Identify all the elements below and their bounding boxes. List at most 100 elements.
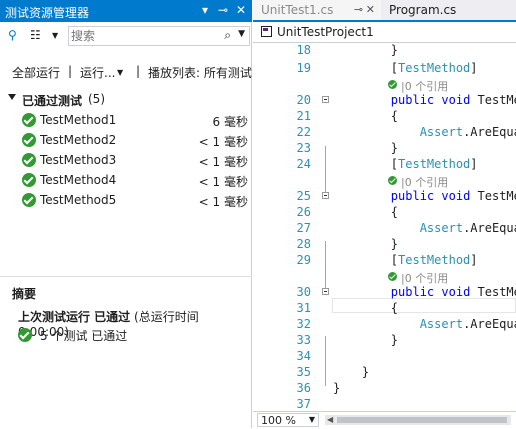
test-duration: 6 毫秒 (212, 115, 248, 129)
test-explorer-title: 测试资源管理器 (5, 6, 90, 20)
test-name: TestMethod3 (40, 153, 117, 167)
code-area[interactable]: 18 } 19 [TestMethod] |0 个引用 20 public vo… (253, 43, 516, 411)
tab-close-icon[interactable]: ✕ (366, 3, 375, 16)
run-tests-icon[interactable]: ⚲ (8, 28, 17, 42)
test-duration: < 1 毫秒 (198, 175, 248, 189)
line-number: 26 (296, 205, 311, 219)
tab-label: Program.cs (389, 3, 457, 17)
line-number: 19 (296, 61, 311, 75)
code-line: 35 } (253, 365, 516, 381)
zoom-value: 100 % (261, 414, 296, 427)
scrollbar-thumb[interactable] (337, 417, 507, 423)
test-row[interactable]: TestMethod4 < 1 毫秒 (0, 170, 252, 190)
window-dropdown-icon[interactable]: ▾ (202, 3, 208, 17)
code-text: } (333, 237, 399, 251)
action-separator: | (136, 64, 141, 78)
tab-label: UnitTest1.cs (261, 3, 334, 17)
playlist-link[interactable]: 播放列表: 所有测试 (148, 64, 252, 81)
line-number: 29 (296, 253, 311, 267)
passed-check-icon (22, 193, 36, 207)
code-text: } (333, 365, 370, 379)
passed-check-icon (22, 133, 36, 147)
search-input[interactable] (71, 28, 221, 44)
close-icon[interactable]: ✕ (236, 3, 246, 17)
code-text: } (333, 333, 399, 347)
search-options-dropdown-icon[interactable]: ▼ (238, 29, 245, 39)
collapse-region-icon[interactable] (322, 288, 329, 295)
run-menu-link[interactable]: 运行... (80, 64, 115, 81)
code-line: 34 (253, 349, 516, 365)
search-icon[interactable]: ⌕ (224, 28, 231, 43)
line-number: 20 (296, 93, 311, 107)
run-all-link[interactable]: 全部运行 (12, 64, 60, 81)
code-line: 18 } (253, 43, 516, 59)
code-line: 20 public void TestMethod2() (253, 93, 516, 109)
code-line: 24 [TestMethod] (253, 157, 516, 173)
passed-check-icon (18, 328, 32, 342)
collapse-region-icon[interactable] (322, 192, 329, 199)
code-line: 29 [TestMethod] (253, 253, 516, 269)
codelens-pass-icon (388, 176, 397, 185)
code-line: 23 } (253, 141, 516, 157)
code-text: { (333, 301, 399, 315)
horizontal-scrollbar[interactable]: ◀ (325, 415, 511, 425)
pin-icon[interactable]: ⊸ (218, 3, 228, 17)
line-number: 22 (296, 125, 311, 139)
code-text: Assert.AreEqual(1, 1); (419, 125, 516, 139)
code-text: } (333, 43, 399, 57)
code-text: public void TestMethod2() (390, 93, 516, 107)
scroll-left-icon[interactable]: ◀ (327, 415, 333, 424)
codelens-pass-icon (388, 80, 397, 89)
test-row[interactable]: TestMethod3 < 1 毫秒 (0, 150, 252, 170)
group-label: 已通过测试 (22, 94, 83, 108)
code-text: [TestMethod] (333, 61, 478, 75)
collapse-region-icon[interactable] (322, 96, 329, 103)
project-nav-bar[interactable]: UnitTestProject1 (253, 22, 516, 43)
group-by-dropdown-icon[interactable]: ▼ (52, 31, 58, 40)
code-text: public void TestMethod3() (390, 189, 516, 203)
line-number: 23 (296, 141, 311, 155)
group-by-icon[interactable]: ☷ (30, 28, 41, 42)
code-line: 32 Assert.AreEqual(1, 1); (253, 317, 516, 333)
line-number: 35 (296, 365, 311, 379)
code-line: 31 { (253, 301, 516, 317)
line-number: 34 (296, 349, 311, 363)
test-row[interactable]: TestMethod2 < 1 毫秒 (0, 130, 252, 150)
test-row[interactable]: TestMethod1 6 毫秒 (0, 110, 252, 130)
test-row[interactable]: TestMethod5 < 1 毫秒 (0, 190, 252, 210)
code-line: 22 Assert.AreEqual(1, 1); (253, 125, 516, 141)
line-number: 18 (296, 43, 311, 57)
code-line: 33 } (253, 333, 516, 349)
zoom-dropdown-icon[interactable]: ▼ (309, 415, 315, 424)
code-text: Assert.AreEqual(1, 1); (419, 317, 516, 331)
run-dropdown-icon[interactable]: ▼ (117, 68, 123, 77)
test-duration: < 1 毫秒 (198, 195, 248, 209)
codelens: |0 个引用 (253, 173, 516, 189)
code-line: 19 [TestMethod] (253, 61, 516, 77)
tab-program[interactable]: Program.cs (381, 0, 516, 20)
line-number: 28 (296, 237, 311, 251)
search-box[interactable]: ⌕ ▼ (68, 26, 250, 46)
summary-divider (0, 276, 252, 277)
code-line: 25 public void TestMethod3() (253, 189, 516, 205)
code-text: public void TestMethod4() (390, 285, 516, 299)
tab-unittest1[interactable]: UnitTest1.cs ⊸ ✕ (253, 0, 381, 20)
action-separator: | (68, 64, 73, 78)
collapse-triangle-icon[interactable] (8, 94, 16, 100)
line-number: 33 (296, 333, 311, 347)
zoom-select[interactable]: 100 % ▼ (257, 413, 319, 427)
test-explorer-title-bar: 测试资源管理器 ▾ ⊸ ✕ (0, 0, 252, 22)
test-name: TestMethod5 (40, 193, 117, 207)
project-name: UnitTestProject1 (277, 25, 374, 39)
test-explorer-panel: 测试资源管理器 ▾ ⊸ ✕ ⚲ ☷ ▼ ⌕ ▼ 全部运行 | 运行... ▼ |… (0, 0, 252, 428)
test-name: TestMethod2 (40, 133, 117, 147)
tab-pin-icon[interactable]: ⊸ (354, 3, 363, 16)
passed-tests-group[interactable]: 已通过测试 (5) (8, 91, 248, 109)
code-text: } (333, 141, 399, 155)
codelens-pass-icon (388, 272, 397, 281)
group-count: (5) (88, 92, 105, 106)
code-line: 30 public void TestMethod4() (253, 285, 516, 301)
code-line: 28 } (253, 237, 516, 253)
summary-title: 摘要 (12, 287, 37, 301)
test-explorer-toolbar: ⚲ ☷ ▼ ⌕ ▼ (0, 24, 252, 48)
